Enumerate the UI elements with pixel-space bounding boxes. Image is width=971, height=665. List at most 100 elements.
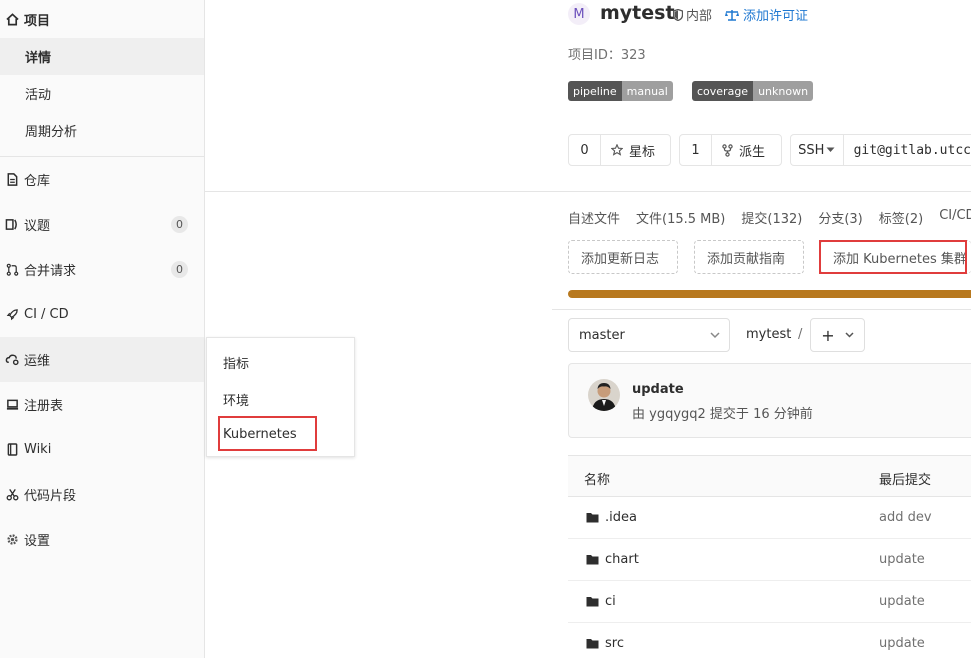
flyout-item-environments[interactable]: 环境 (223, 390, 249, 409)
star-button-group: 0 星标 (568, 134, 671, 166)
file-name[interactable]: chart (605, 552, 639, 567)
file-name[interactable]: ci (605, 594, 616, 609)
sidebar-sub-label: 周期分析 (25, 125, 78, 140)
sidebar-item-cicd[interactable]: CI / CD (0, 292, 204, 337)
sidebar-sub-label: 活动 (25, 88, 52, 103)
fork-icon (722, 143, 733, 157)
last-commit-message[interactable]: update (879, 636, 925, 651)
stat-readme[interactable]: 自述文件 (568, 208, 620, 227)
sidebar: 项目 详情 活动 周期分析 仓库 议题 0 合并请求 0 CI / CD 运维 (0, 0, 205, 658)
issues-icon (0, 218, 24, 231)
fork-count[interactable]: 1 (680, 135, 712, 165)
folder-icon (586, 513, 599, 523)
table-header: 名称 最后提交 (568, 455, 971, 497)
commit-byline: 由 ygqygq2 提交于 16 分钟前 (632, 407, 813, 422)
shield-icon (673, 8, 683, 21)
sidebar-item-settings[interactable]: 设置 (0, 517, 204, 562)
issues-count-badge: 0 (171, 216, 188, 233)
stat-files[interactable]: 文件(15.5 MB) (636, 208, 725, 227)
sidebar-item-operations[interactable]: 运维 (0, 337, 204, 382)
add-contributing-button[interactable]: 添加贡献指南 (694, 240, 804, 274)
sidebar-item-wiki[interactable]: Wiki (0, 427, 204, 472)
sidebar-item-snippets[interactable]: 代码片段 (0, 472, 204, 517)
breadcrumb-separator: / (798, 327, 803, 342)
breadcrumb-project[interactable]: mytest (746, 327, 791, 342)
add-license-text: 添加许可证 (743, 9, 809, 24)
scale-icon (725, 9, 739, 21)
book-icon (0, 443, 24, 456)
rocket-icon (0, 308, 24, 321)
highlight-box-kubernetes-menu (218, 416, 317, 451)
folder-icon (586, 555, 599, 565)
sidebar-sub-details[interactable]: 详情 (0, 38, 204, 75)
stat-cicd[interactable]: CI/CD (939, 208, 971, 227)
branch-selector[interactable]: master (568, 318, 730, 352)
stat-tags[interactable]: 标签(2) (879, 208, 923, 227)
user-avatar[interactable] (588, 379, 620, 411)
merge-request-icon (0, 263, 24, 276)
project-avatar: M (568, 3, 590, 25)
sidebar-item-registry[interactable]: 注册表 (0, 382, 204, 427)
sidebar-sub-label: 详情 (25, 51, 52, 66)
branch-name: master (579, 327, 625, 343)
table-row[interactable]: chart update (568, 539, 971, 581)
star-icon (611, 144, 623, 156)
add-file-dropdown[interactable]: + (810, 318, 865, 352)
sidebar-item-issues[interactable]: 议题 0 (0, 202, 204, 247)
clone-url-input[interactable]: git@gitlab.utcc (844, 135, 971, 165)
project-id: 项目ID：323 (568, 48, 646, 63)
visibility-text: 内部 (686, 9, 713, 24)
sidebar-sub-cycle-analytics[interactable]: 周期分析 (0, 112, 204, 149)
badge-right: unknown (753, 81, 814, 101)
star-count[interactable]: 0 (569, 135, 601, 165)
file-name[interactable]: .idea (605, 510, 637, 525)
clone-url-group: SSH git@gitlab.utcc (790, 134, 971, 166)
badge-right: manual (621, 81, 673, 101)
stat-branches[interactable]: 分支(3) (818, 208, 862, 227)
table-row[interactable]: src update (568, 623, 971, 665)
column-header-name: 名称 (584, 473, 611, 488)
sidebar-item-label: CI / CD (24, 307, 69, 322)
add-changelog-button[interactable]: 添加更新日志 (568, 240, 678, 274)
visibility-label: 内部 (673, 5, 712, 24)
merge-requests-count-badge: 0 (171, 261, 188, 278)
sidebar-item-merge-requests[interactable]: 合并请求 0 (0, 247, 204, 292)
sidebar-item-label: 代码片段 (24, 489, 77, 504)
file-name[interactable]: src (605, 636, 624, 651)
last-commit-message[interactable]: add dev (879, 510, 932, 525)
sidebar-item-project[interactable]: 项目 (0, 0, 204, 38)
fork-button[interactable]: 派生 (712, 135, 775, 165)
fork-label: 派生 (739, 144, 766, 160)
table-row[interactable]: ci update (568, 581, 971, 623)
highlight-box-kubernetes-button (819, 240, 967, 274)
sidebar-item-label: 仓库 (24, 174, 51, 189)
sidebar-item-repository[interactable]: 仓库 (0, 157, 204, 202)
coverage-badge[interactable]: coverage unknown (692, 81, 814, 101)
scissors-icon (0, 488, 24, 501)
stat-commits[interactable]: 提交(132) (741, 208, 802, 227)
plus-icon: + (821, 325, 835, 345)
protocol-label: SSH (798, 142, 825, 158)
registry-icon (0, 399, 24, 411)
project-title: mytest (600, 2, 675, 24)
sidebar-item-label: 合并请求 (24, 264, 77, 279)
pipeline-badge[interactable]: pipeline manual (568, 81, 673, 101)
table-row[interactable]: .idea add dev (568, 497, 971, 539)
chevron-down-icon (845, 332, 854, 338)
commit-title[interactable]: update (632, 382, 684, 397)
star-button[interactable]: 星标 (601, 135, 665, 165)
last-commit-message[interactable]: update (879, 552, 925, 567)
column-header-last-commit: 最后提交 (879, 473, 932, 488)
flyout-item-metrics[interactable]: 指标 (223, 353, 249, 372)
caret-down-icon (826, 147, 835, 152)
protocol-dropdown[interactable]: SSH (791, 135, 844, 165)
sidebar-item-label: 运维 (24, 354, 51, 369)
fork-button-group: 1 派生 (679, 134, 782, 166)
last-commit-message[interactable]: update (879, 594, 925, 609)
cloud-gear-icon (0, 353, 24, 366)
sidebar-sub-activity[interactable]: 活动 (0, 75, 204, 112)
sidebar-item-label: 注册表 (24, 399, 64, 414)
folder-icon (586, 639, 599, 649)
add-license-link[interactable]: 添加许可证 (725, 5, 808, 24)
language-bar (568, 290, 971, 298)
